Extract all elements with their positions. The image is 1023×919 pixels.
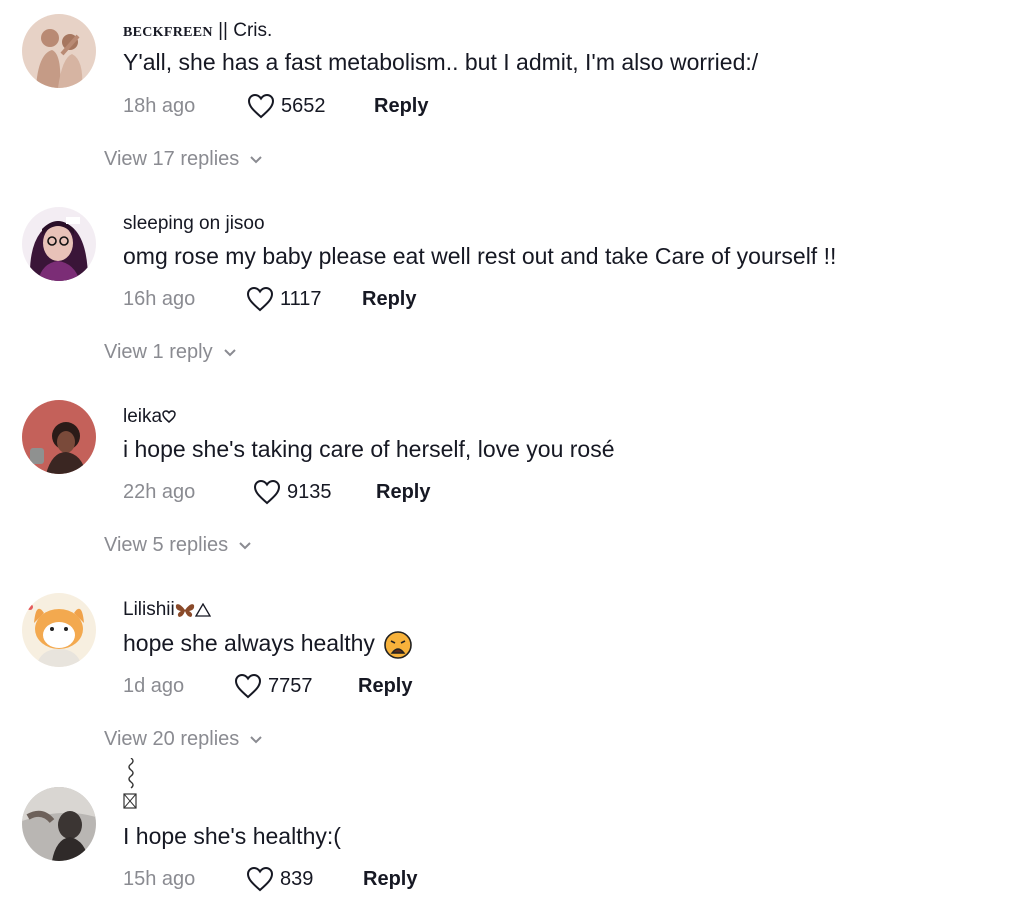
view-replies-label: View 17 replies bbox=[104, 148, 240, 170]
chevron-down-icon bbox=[250, 735, 262, 743]
avatar[interactable] bbox=[22, 14, 96, 88]
avatar[interactable] bbox=[22, 207, 96, 281]
view-replies-label: View 1 reply bbox=[104, 341, 213, 363]
comment-time: 16h ago bbox=[123, 287, 196, 310]
comment-username[interactable] bbox=[123, 757, 139, 810]
comment-text-content: hope she always healthy bbox=[123, 630, 375, 656]
like-count: 9135 bbox=[287, 480, 332, 503]
heart-outline-icon bbox=[246, 866, 274, 892]
comment-time: 22h ago bbox=[123, 480, 196, 503]
like-count: 1117 bbox=[280, 287, 322, 310]
heart-outline-icon bbox=[246, 286, 274, 312]
comment-meta: 16h ago 1117 Reply bbox=[123, 285, 416, 313]
reply-button[interactable]: Reply bbox=[358, 675, 412, 698]
weary-face-emoji-icon bbox=[384, 631, 412, 659]
heart-outline-icon bbox=[234, 673, 262, 699]
comment-meta: 18h ago 5652 Reply bbox=[123, 92, 428, 120]
chevron-down-icon bbox=[239, 541, 251, 549]
comment-text: i hope she's taking care of herself, lov… bbox=[123, 436, 615, 462]
avatar[interactable] bbox=[22, 400, 96, 474]
comment-time: 1d ago bbox=[123, 674, 185, 697]
view-replies-button[interactable]: View 5 replies bbox=[104, 534, 252, 557]
like-button[interactable]: 7757 bbox=[234, 673, 358, 699]
avatar[interactable] bbox=[22, 787, 96, 861]
avatar[interactable] bbox=[22, 593, 96, 667]
view-replies-label: View 5 replies bbox=[104, 534, 229, 556]
comment-time: 18h ago bbox=[123, 94, 196, 117]
triangle-icon bbox=[194, 602, 211, 617]
comment-meta: 22h ago 9135 Reply bbox=[123, 478, 430, 506]
heart-outline-icon bbox=[247, 93, 275, 119]
heart-small-icon bbox=[162, 410, 176, 424]
like-button[interactable]: 1117 bbox=[246, 286, 362, 312]
like-button[interactable]: 9135 bbox=[253, 479, 376, 505]
username-suffix: || Cris. bbox=[218, 20, 273, 41]
reply-button[interactable]: Reply bbox=[374, 95, 428, 118]
comment-text: omg rose my baby please eat well rest ou… bbox=[123, 243, 837, 269]
comment-meta: 1d ago 7757 Reply bbox=[123, 672, 412, 700]
like-count: 839 bbox=[280, 867, 314, 890]
username-text: leika bbox=[123, 406, 163, 427]
reply-button[interactable]: Reply bbox=[362, 288, 416, 311]
chevron-down-icon bbox=[250, 155, 262, 163]
like-button[interactable]: 839 bbox=[246, 866, 363, 892]
view-replies-button[interactable]: View 17 replies bbox=[104, 148, 263, 171]
chevron-down-icon bbox=[223, 348, 236, 356]
like-count: 7757 bbox=[268, 674, 313, 697]
view-replies-label: View 20 replies bbox=[104, 728, 240, 750]
decorative-username-icon bbox=[123, 757, 137, 809]
comment-meta: 15h ago 839 Reply bbox=[123, 865, 417, 893]
comment-username[interactable]: BECKFREEN || Cris. bbox=[123, 19, 272, 45]
username-text: Lilishii bbox=[123, 599, 175, 620]
view-replies-button[interactable]: View 1 reply bbox=[104, 341, 237, 364]
comment-time: 15h ago bbox=[123, 867, 196, 890]
comment-text: I hope she's healthy:( bbox=[123, 823, 341, 849]
username-prefix: BECKFREEN bbox=[123, 25, 213, 40]
comment-username[interactable]: Lilishii bbox=[123, 598, 211, 622]
butterfly-icon bbox=[175, 604, 194, 617]
reply-button[interactable]: Reply bbox=[376, 481, 430, 504]
heart-outline-icon bbox=[253, 479, 281, 505]
comment-username[interactable]: sleeping on jisoo bbox=[123, 212, 265, 236]
like-button[interactable]: 5652 bbox=[247, 93, 374, 119]
comment-username[interactable]: leika bbox=[123, 405, 176, 429]
comment-text: hope she always healthy bbox=[123, 628, 413, 660]
comment-text: Y'all, she has a fast metabolism.. but I… bbox=[123, 49, 759, 75]
view-replies-button[interactable]: View 20 replies bbox=[104, 728, 263, 751]
like-count: 5652 bbox=[281, 94, 326, 117]
reply-button[interactable]: Reply bbox=[363, 868, 417, 891]
